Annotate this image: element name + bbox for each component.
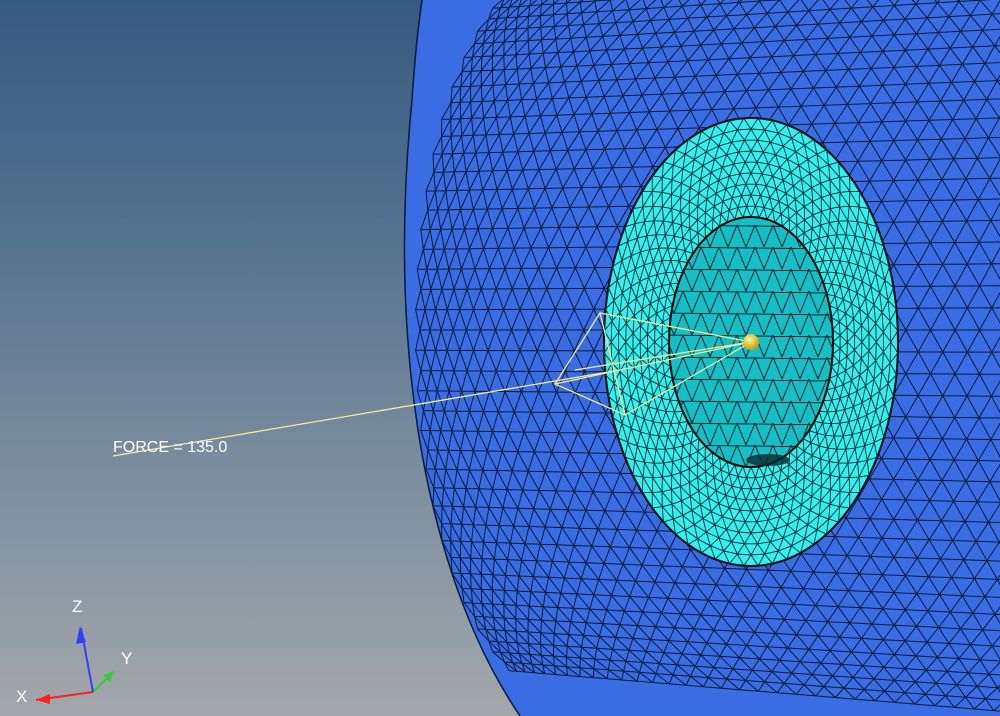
fe-model-scene[interactable] xyxy=(0,0,1000,716)
y-axis-label: Y xyxy=(121,649,133,668)
coordinate-triad xyxy=(35,626,114,704)
load-node[interactable] xyxy=(743,334,759,350)
graphics-viewport[interactable]: FORCE = 135.0 Z Y X xyxy=(0,0,1000,716)
z-axis-arrowhead xyxy=(76,626,86,644)
force-label: FORCE = 135.0 xyxy=(113,439,228,456)
x-axis-label: X xyxy=(16,687,28,706)
z-axis-label: Z xyxy=(72,597,83,616)
